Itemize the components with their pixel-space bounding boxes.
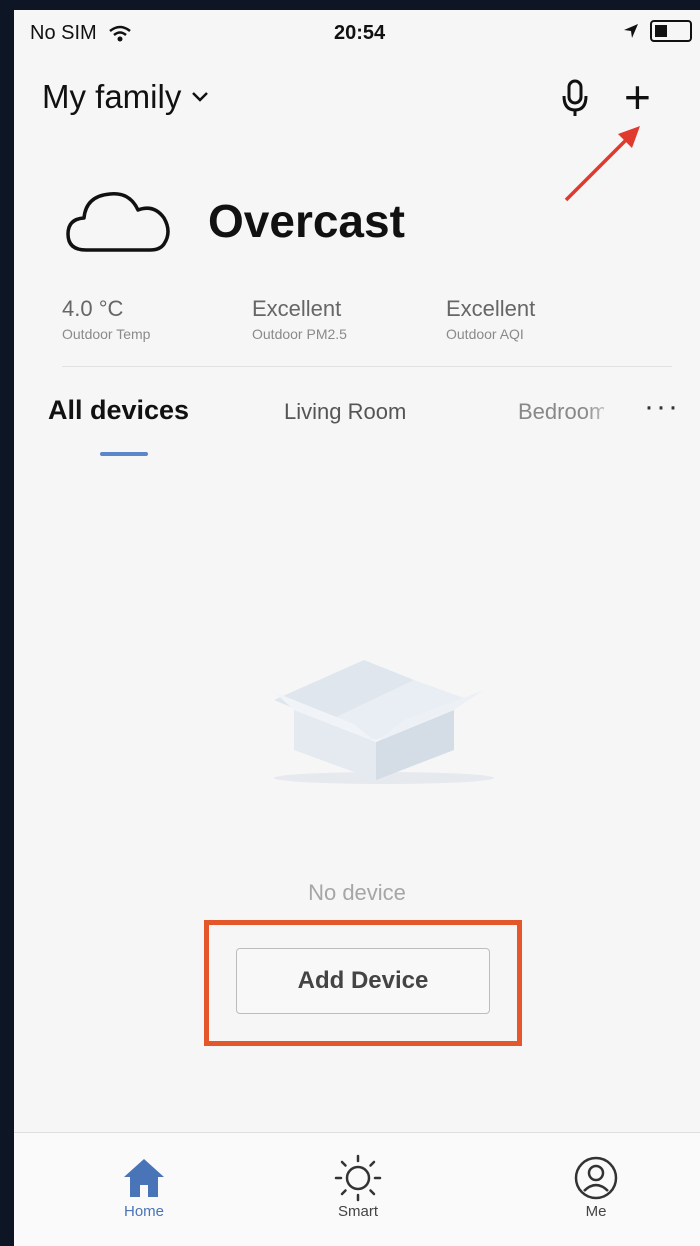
status-bar: No SIM 20:54 [14,10,700,56]
metric-label: Outdoor PM2.5 [252,326,347,342]
metric-label: Outdoor AQI [446,326,524,342]
carrier-label: No SIM [30,22,97,44]
weather-condition: Overcast [208,195,405,247]
location-icon [624,24,638,38]
annotation-arrow [564,126,640,202]
chevron-down-icon [192,92,209,102]
metric-outdoor-aqi: Excellent Outdoor AQI [446,296,535,342]
tab-fade [584,405,624,435]
phone-screen: No SIM 20:54 My family + Overcast 4.0 °C… [14,10,700,1246]
metric-outdoor-pm25: Excellent Outdoor PM2.5 [252,296,347,342]
header: My family + [14,68,700,128]
home-icon [124,1159,164,1197]
family-name: My family [42,78,182,115]
microphone-icon[interactable] [560,78,590,118]
metric-value: Excellent [446,296,536,321]
tabbar-label: Smart [337,1203,378,1220]
tabbar-home[interactable]: Home [84,1153,204,1220]
add-button[interactable]: + [624,74,651,120]
metric-value: 4.0 °C [62,296,124,321]
metric-value: Excellent [252,296,342,321]
wifi-icon [109,25,132,42]
sun-icon [334,1154,382,1202]
family-selector[interactable]: My family [42,78,209,116]
active-tab-indicator [100,452,148,456]
empty-box-illustration [274,660,494,784]
tabbar-smart[interactable]: Smart [298,1153,418,1220]
tab-all-devices[interactable]: All devices [48,395,189,426]
tabbar-label: Me [585,1203,607,1220]
tabbar-label: Home [123,1203,164,1220]
weather-metrics: 4.0 °C Outdoor Temp Excellent Outdoor PM… [62,296,672,367]
user-icon [574,1156,618,1200]
add-device-button[interactable]: Add Device [236,948,490,1014]
carrier-group: No SIM [30,22,132,45]
weather-summary: Overcast [64,188,405,254]
battery-icon [650,20,692,42]
metric-outdoor-temp: 4.0 °C Outdoor Temp [62,296,150,342]
empty-state-message: No device [308,880,406,905]
metric-label: Outdoor Temp [62,326,151,342]
status-right [622,20,692,42]
cloud-icon [66,192,170,252]
tabbar-me[interactable]: Me [536,1153,656,1220]
clock: 20:54 [334,22,386,44]
bottom-tab-bar: Home Smart Me [14,1132,700,1246]
tab-living-room[interactable]: Living Room [284,399,406,425]
more-rooms-button[interactable]: ··· [644,390,680,424]
